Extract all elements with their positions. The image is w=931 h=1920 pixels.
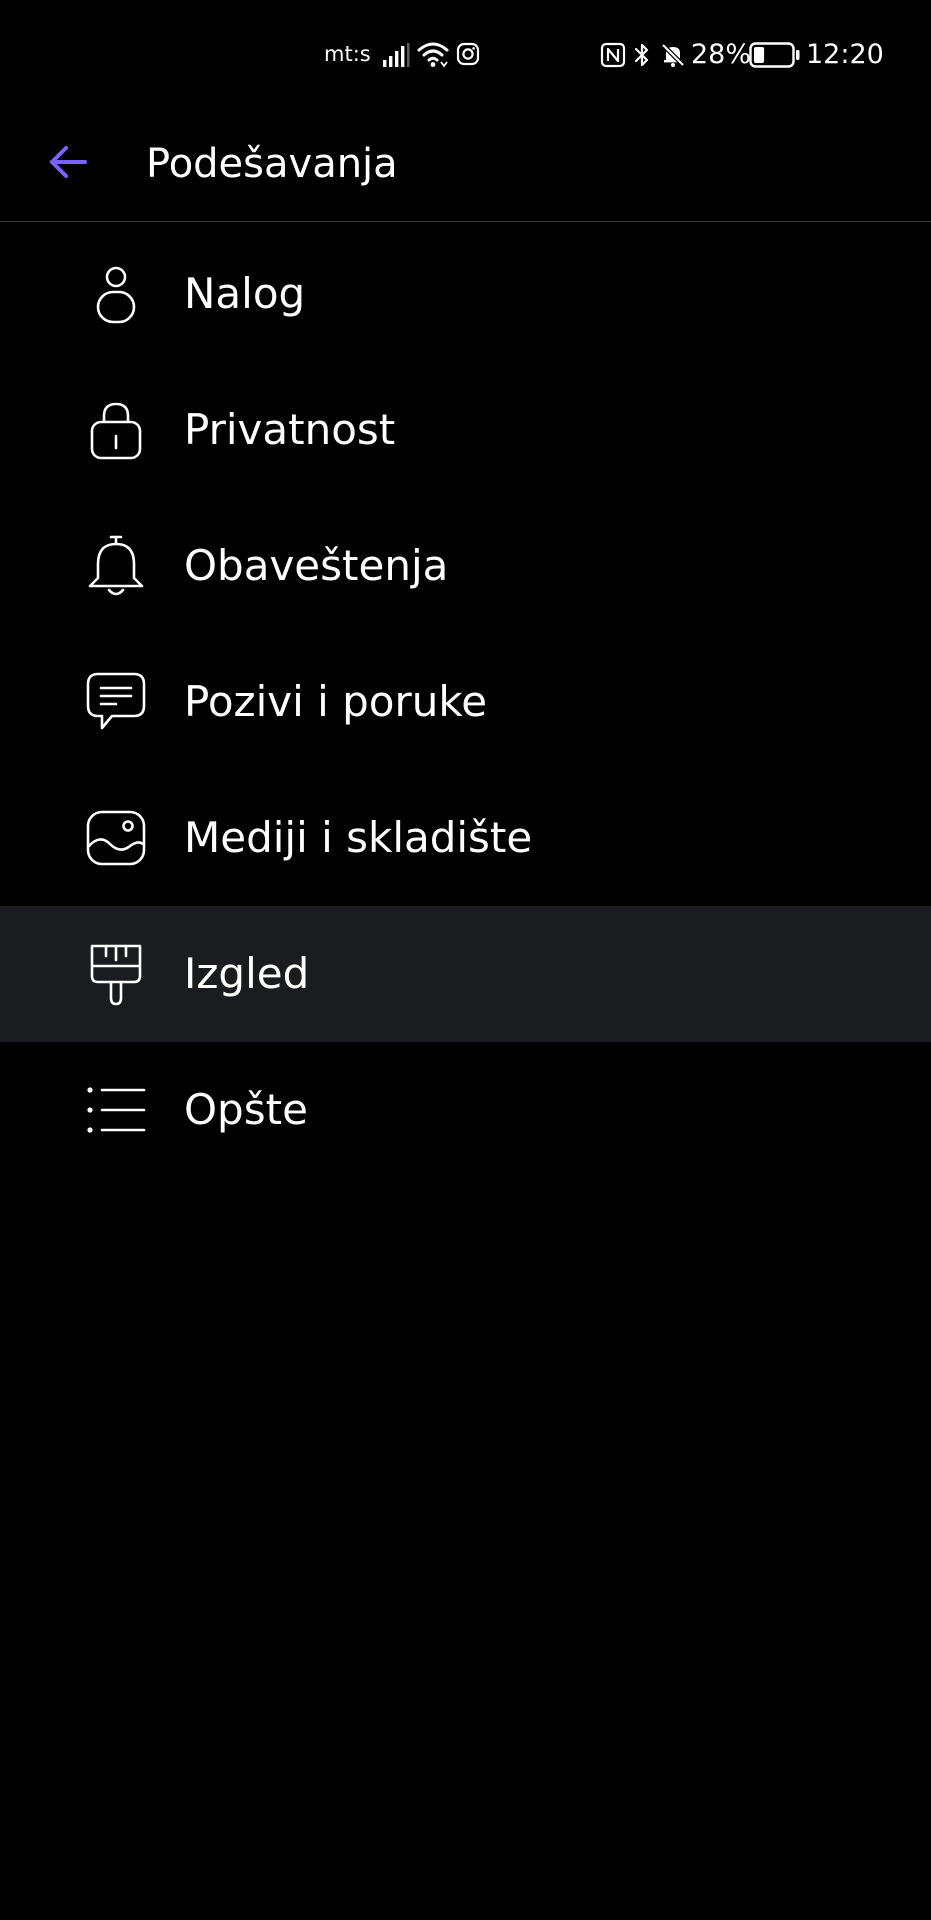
signal-icon [382,42,410,68]
carrier-label: mt:s [324,42,371,66]
person-icon [84,262,148,326]
list-icon [84,1078,148,1142]
lock-icon [84,398,148,462]
battery-percentage: 28% [691,39,752,70]
settings-item-label: Obaveštenja [184,541,449,590]
page-title: Podešavanja [146,141,398,187]
nfc-icon [600,42,626,68]
settings-list: Nalog Privatnost Obaveštenja Pozivi i po… [0,226,931,1178]
paintbrush-icon [84,942,148,1006]
settings-item-pozivi-i-poruke[interactable]: Pozivi i poruke [0,634,931,770]
settings-item-opste[interactable]: Opšte [0,1042,931,1178]
wifi-icon [417,40,449,68]
settings-item-label: Opšte [184,1085,308,1134]
settings-item-label: Pozivi i poruke [184,677,488,726]
settings-item-nalog[interactable]: Nalog [0,226,931,362]
settings-item-obavestenja[interactable]: Obaveštenja [0,498,931,634]
app-bar: Podešavanja [0,110,931,222]
battery-icon [749,42,801,68]
settings-item-izgled[interactable]: Izgled [0,906,931,1042]
settings-item-label: Privatnost [184,405,396,454]
bell-icon [84,534,148,598]
arrow-left-icon [45,139,91,189]
settings-item-label: Nalog [184,269,306,318]
instagram-icon [456,42,480,66]
chat-bubble-icon [84,670,148,734]
notifications-muted-icon [660,42,686,68]
settings-item-label: Mediji i skladište [184,813,533,862]
settings-item-mediji-i-skladiste[interactable]: Mediji i skladište [0,770,931,906]
status-bar: mt:s 28% 12:20 [0,0,931,110]
bluetooth-icon [632,40,652,70]
settings-item-privatnost[interactable]: Privatnost [0,362,931,498]
settings-item-label: Izgled [184,949,310,998]
clock: 12:20 [806,39,884,70]
back-button[interactable] [28,124,108,204]
image-icon [84,806,148,870]
